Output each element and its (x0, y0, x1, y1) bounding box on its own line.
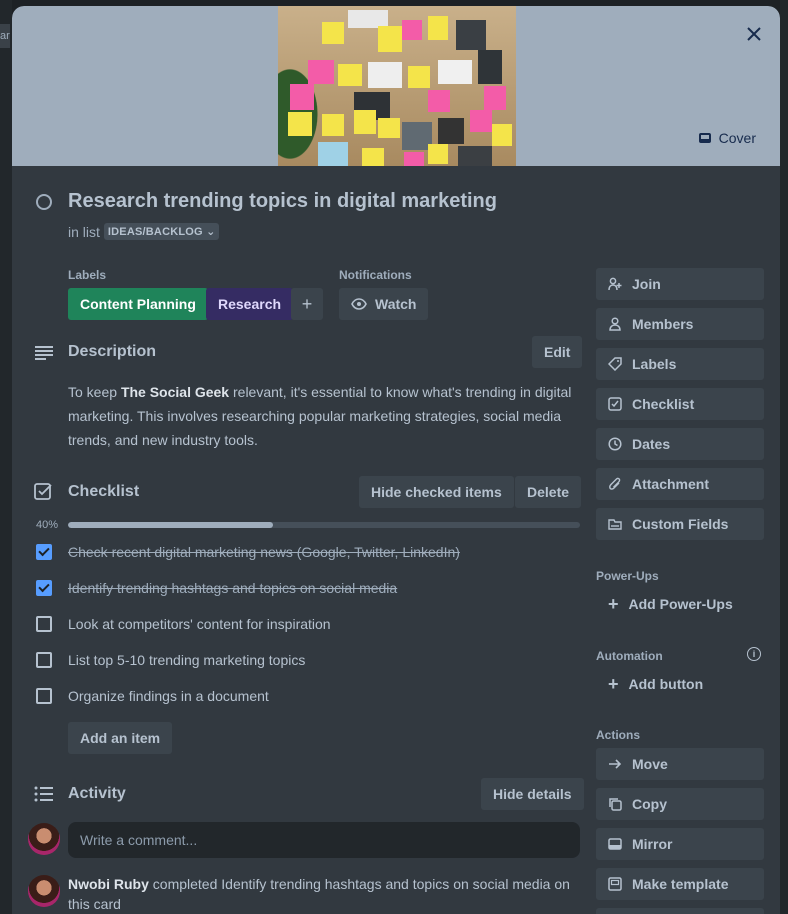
board-background-right (780, 0, 788, 914)
edit-description-button[interactable]: Edit (532, 336, 583, 368)
checklist-item[interactable]: Check recent digital marketing news (Goo… (36, 542, 460, 562)
card-title-row: Research trending topics in digital mark… (36, 190, 497, 213)
notifications-heading: Notifications (339, 268, 412, 282)
checklist-title: Checklist (68, 483, 140, 500)
sidebar-checklist-button[interactable]: Checklist (596, 388, 764, 420)
checkbox-unchecked[interactable] (36, 688, 52, 704)
in-list-prefix: in list (68, 223, 100, 240)
close-button[interactable] (738, 18, 770, 50)
sidebar-members-button[interactable]: Members (596, 308, 764, 340)
card-cover: Cover (12, 6, 780, 166)
checkbox-checked[interactable] (36, 544, 52, 560)
cover-image (278, 6, 516, 166)
board-background-left (0, 0, 12, 914)
hide-details-button[interactable]: Hide details (481, 778, 584, 810)
list-name-dropdown[interactable]: IDEAS/BACKLOG ⌄ (103, 223, 220, 240)
label-research[interactable]: Research (206, 288, 294, 320)
arrow-right-icon (608, 757, 622, 771)
sidebar-attachment-button[interactable]: Attachment (596, 468, 764, 500)
sidebar-mirror-button[interactable]: Mirror (596, 828, 764, 860)
actions-heading: Actions (596, 728, 641, 742)
close-icon (747, 27, 761, 41)
avatar[interactable] (28, 823, 60, 855)
sidebar-move-button[interactable]: Move (596, 748, 764, 780)
add-powerups-button[interactable]: + Add Power-Ups (596, 588, 764, 620)
checklist-icon (608, 397, 622, 411)
activity-icon (34, 786, 53, 802)
tag-icon (608, 357, 622, 371)
mirror-icon (608, 837, 622, 851)
powerups-heading: Power-Ups (596, 569, 659, 583)
add-checklist-item-button[interactable]: Add an item (68, 722, 173, 754)
cover-icon (698, 133, 711, 143)
copy-icon (608, 797, 622, 811)
chevron-down-icon: ⌄ (206, 226, 216, 238)
checklist-icon (34, 483, 52, 500)
add-automation-button[interactable]: + Add button (596, 668, 764, 700)
card-title[interactable]: Research trending topics in digital mark… (68, 190, 497, 213)
watch-button[interactable]: Watch (339, 288, 429, 320)
board-tab-fragment: ar (0, 24, 10, 48)
hide-checked-items-button[interactable]: Hide checked items (359, 476, 514, 508)
cover-button[interactable]: Cover (689, 124, 766, 152)
cover-button-label: Cover (718, 130, 756, 146)
sidebar-join-button[interactable]: Join (596, 268, 764, 300)
sidebar-copy-button[interactable]: Copy (596, 788, 764, 820)
template-icon (608, 877, 622, 891)
label-content-planning[interactable]: Content Planning (68, 288, 208, 320)
checklist-item-text[interactable]: Identify trending hashtags and topics on… (68, 580, 397, 596)
checklist-item[interactable]: Organize findings in a document (36, 686, 269, 706)
checklist-item[interactable]: Look at competitors' content for inspira… (36, 614, 331, 634)
checklist-item-text[interactable]: List top 5-10 trending marketing topics (68, 652, 305, 668)
clock-icon (608, 437, 622, 451)
person-add-icon (608, 277, 622, 291)
checkbox-unchecked[interactable] (36, 616, 52, 632)
activity-entry: Nwobi Ruby completed Identify trending h… (68, 876, 570, 912)
checklist-item-text[interactable]: Organize findings in a document (68, 688, 269, 704)
labels-heading: Labels (68, 268, 107, 282)
checklist-progress-fill (68, 522, 273, 528)
watch-label: Watch (375, 296, 417, 312)
sidebar-next-action-button[interactable] (596, 908, 764, 914)
description-text[interactable]: To keep The Social Geek relevant, it's e… (68, 380, 588, 452)
info-icon[interactable]: i (747, 647, 761, 661)
description-icon (35, 346, 53, 360)
comment-input[interactable]: Write a comment... (68, 822, 580, 858)
checklist-progress-percent: 40% (36, 519, 59, 531)
checklist-item[interactable]: Identify trending hashtags and topics on… (36, 578, 397, 598)
complete-circle-icon[interactable] (36, 193, 52, 210)
checklist-item[interactable]: List top 5-10 trending marketing topics (36, 650, 305, 670)
sidebar-dates-button[interactable]: Dates (596, 428, 764, 460)
sidebar-make-template-button[interactable]: Make template (596, 868, 764, 900)
automation-heading: Automation (596, 649, 663, 663)
activity-title: Activity (68, 785, 126, 802)
checklist-progress-bar (68, 522, 580, 528)
add-label-button[interactable]: + (291, 288, 323, 320)
checklist-item-text[interactable]: Look at competitors' content for inspira… (68, 616, 331, 632)
checkbox-unchecked[interactable] (36, 652, 52, 668)
sidebar-labels-button[interactable]: Labels (596, 348, 764, 380)
card-detail-modal: Cover Research trending topics in digita… (12, 6, 780, 914)
plus-icon: + (608, 673, 619, 694)
paperclip-icon (608, 477, 622, 491)
in-list-indicator: in list IDEAS/BACKLOG ⌄ (68, 223, 220, 240)
sidebar-custom-fields-button[interactable]: Custom Fields (596, 508, 764, 540)
eye-icon (351, 298, 367, 310)
delete-checklist-button[interactable]: Delete (515, 476, 582, 508)
checkbox-checked[interactable] (36, 580, 52, 596)
plus-icon: + (608, 593, 619, 614)
description-title: Description (68, 343, 157, 360)
checklist-item-text[interactable]: Check recent digital marketing news (Goo… (68, 544, 460, 560)
fields-icon (608, 517, 622, 531)
activity-avatar[interactable] (28, 875, 60, 907)
person-icon (608, 317, 622, 331)
activity-user[interactable]: Nwobi Ruby (68, 876, 149, 892)
